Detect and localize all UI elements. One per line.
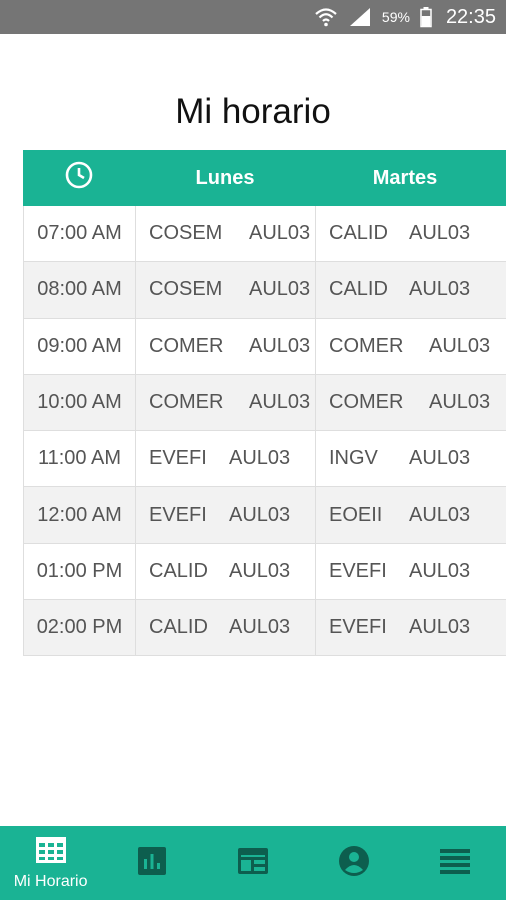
time-cell: 11:00 AM bbox=[23, 431, 136, 487]
room-code: AUL03 bbox=[229, 616, 291, 639]
course-code: COSEM bbox=[149, 278, 223, 301]
room-code: AUL03 bbox=[409, 616, 471, 639]
class-cell-martes[interactable]: COMER AUL03 bbox=[316, 375, 506, 430]
time-cell: 12:00 AM bbox=[23, 487, 136, 543]
class-cell-lunes[interactable]: CALID AUL03 bbox=[136, 600, 316, 656]
battery-percent: 59% bbox=[381, 9, 410, 25]
table-row: 01:00 PM CALID AUL03 EVEFI AUL03 bbox=[23, 543, 506, 601]
room-code: AUL03 bbox=[249, 222, 311, 245]
room-code: AUL03 bbox=[409, 222, 471, 245]
time-cell: 07:00 AM bbox=[23, 206, 136, 262]
room-code: AUL03 bbox=[409, 503, 471, 526]
class-cell-martes[interactable]: CALID AUL03 bbox=[316, 206, 506, 261]
course-code: INGV bbox=[329, 447, 378, 470]
time-cell: 02:00 PM bbox=[23, 600, 136, 656]
menu-icon bbox=[439, 848, 471, 879]
course-code: COMER bbox=[329, 334, 404, 357]
wifi-icon bbox=[314, 6, 338, 28]
room-code: AUL03 bbox=[409, 447, 471, 470]
calendar-grid-icon bbox=[35, 836, 67, 869]
course-code: COMER bbox=[149, 334, 224, 357]
page-title: Mi horario bbox=[175, 92, 331, 131]
nav-menu[interactable] bbox=[405, 826, 506, 900]
room-code: AUL03 bbox=[429, 391, 491, 414]
nav-profile[interactable] bbox=[304, 826, 405, 900]
class-cell-lunes[interactable]: COMER AUL03 bbox=[136, 318, 316, 374]
course-code: CALID bbox=[329, 278, 388, 301]
nav-mi-horario[interactable]: Mi Horario bbox=[0, 826, 101, 900]
class-cell-lunes[interactable]: COMER AUL03 bbox=[136, 374, 316, 431]
table-row: 07:00 AM COSEM AUL03 CALID AUL03 bbox=[23, 206, 506, 263]
table-header: Lunes Martes bbox=[23, 150, 506, 206]
room-code: AUL03 bbox=[229, 447, 291, 470]
class-cell-lunes[interactable]: CALID AUL03 bbox=[136, 543, 316, 600]
schedule-table[interactable]: Lunes Martes 07:00 AM COSEM AUL03 CALID … bbox=[23, 150, 506, 657]
table-body: 07:00 AM COSEM AUL03 CALID AUL03 08:00 A… bbox=[23, 206, 506, 657]
room-code: AUL03 bbox=[409, 559, 471, 582]
room-code: AUL03 bbox=[249, 391, 311, 414]
class-cell-martes[interactable]: INGV AUL03 bbox=[316, 431, 506, 486]
class-cell-lunes[interactable]: COSEM AUL03 bbox=[136, 262, 316, 318]
class-cell-martes[interactable]: CALID AUL03 bbox=[316, 262, 506, 317]
table-row: 02:00 PM CALID AUL03 EVEFI AUL03 bbox=[23, 600, 506, 657]
schedule-card-icon bbox=[237, 847, 269, 880]
time-cell: 10:00 AM bbox=[23, 374, 136, 431]
course-code: COMER bbox=[329, 391, 404, 414]
class-cell-lunes[interactable]: COSEM AUL03 bbox=[136, 206, 316, 262]
table-row: 12:00 AM EVEFI AUL03 EOEII AUL03 bbox=[23, 487, 506, 544]
class-cell-martes[interactable]: EOEII AUL03 bbox=[316, 487, 506, 542]
table-row: 10:00 AM COMER AUL03 COMER AUL03 bbox=[23, 374, 506, 432]
nav-stats[interactable] bbox=[101, 826, 202, 900]
course-code: EVEFI bbox=[149, 447, 207, 470]
signal-icon bbox=[348, 6, 372, 28]
class-cell-martes[interactable]: EVEFI AUL03 bbox=[316, 544, 506, 599]
course-code: EVEFI bbox=[149, 503, 207, 526]
time-cell: 08:00 AM bbox=[23, 262, 136, 318]
header-day-lunes: Lunes bbox=[195, 166, 255, 189]
class-cell-martes[interactable]: EVEFI AUL03 bbox=[316, 600, 506, 655]
header-time-column bbox=[23, 150, 135, 206]
time-cell: 09:00 AM bbox=[23, 318, 136, 374]
table-row: 08:00 AM COSEM AUL03 CALID AUL03 bbox=[23, 262, 506, 319]
course-code: CALID bbox=[329, 222, 388, 245]
room-code: AUL03 bbox=[429, 334, 491, 357]
bottom-navigation: Mi Horario bbox=[0, 826, 506, 900]
table-row: 11:00 AM EVEFI AUL03 INGV AUL03 bbox=[23, 431, 506, 488]
nav-schedule[interactable] bbox=[202, 826, 303, 900]
header-day-martes: Martes bbox=[372, 166, 438, 189]
course-code: CALID bbox=[149, 559, 208, 582]
room-code: AUL03 bbox=[409, 278, 471, 301]
bar-chart-icon bbox=[137, 846, 167, 881]
course-code: CALID bbox=[149, 616, 208, 639]
course-code: COMER bbox=[149, 391, 224, 414]
time-cell: 01:00 PM bbox=[23, 543, 136, 600]
status-bar: 59% 22:35 bbox=[0, 0, 506, 34]
nav-label: Mi Horario bbox=[13, 872, 88, 890]
room-code: AUL03 bbox=[249, 278, 311, 301]
clock-icon bbox=[64, 160, 94, 196]
course-code: EOEII bbox=[329, 503, 383, 526]
room-code: AUL03 bbox=[249, 334, 311, 357]
class-cell-lunes[interactable]: EVEFI AUL03 bbox=[136, 431, 316, 487]
status-time: 22:35 bbox=[445, 5, 496, 28]
course-code: EVEFI bbox=[329, 559, 387, 582]
battery-icon bbox=[420, 6, 432, 28]
room-code: AUL03 bbox=[229, 559, 291, 582]
class-cell-martes[interactable]: COMER AUL03 bbox=[316, 319, 506, 374]
table-row: 09:00 AM COMER AUL03 COMER AUL03 bbox=[23, 318, 506, 375]
course-code: EVEFI bbox=[329, 616, 387, 639]
account-circle-icon bbox=[338, 845, 370, 882]
room-code: AUL03 bbox=[229, 503, 291, 526]
course-code: COSEM bbox=[149, 222, 223, 245]
class-cell-lunes[interactable]: EVEFI AUL03 bbox=[136, 487, 316, 543]
